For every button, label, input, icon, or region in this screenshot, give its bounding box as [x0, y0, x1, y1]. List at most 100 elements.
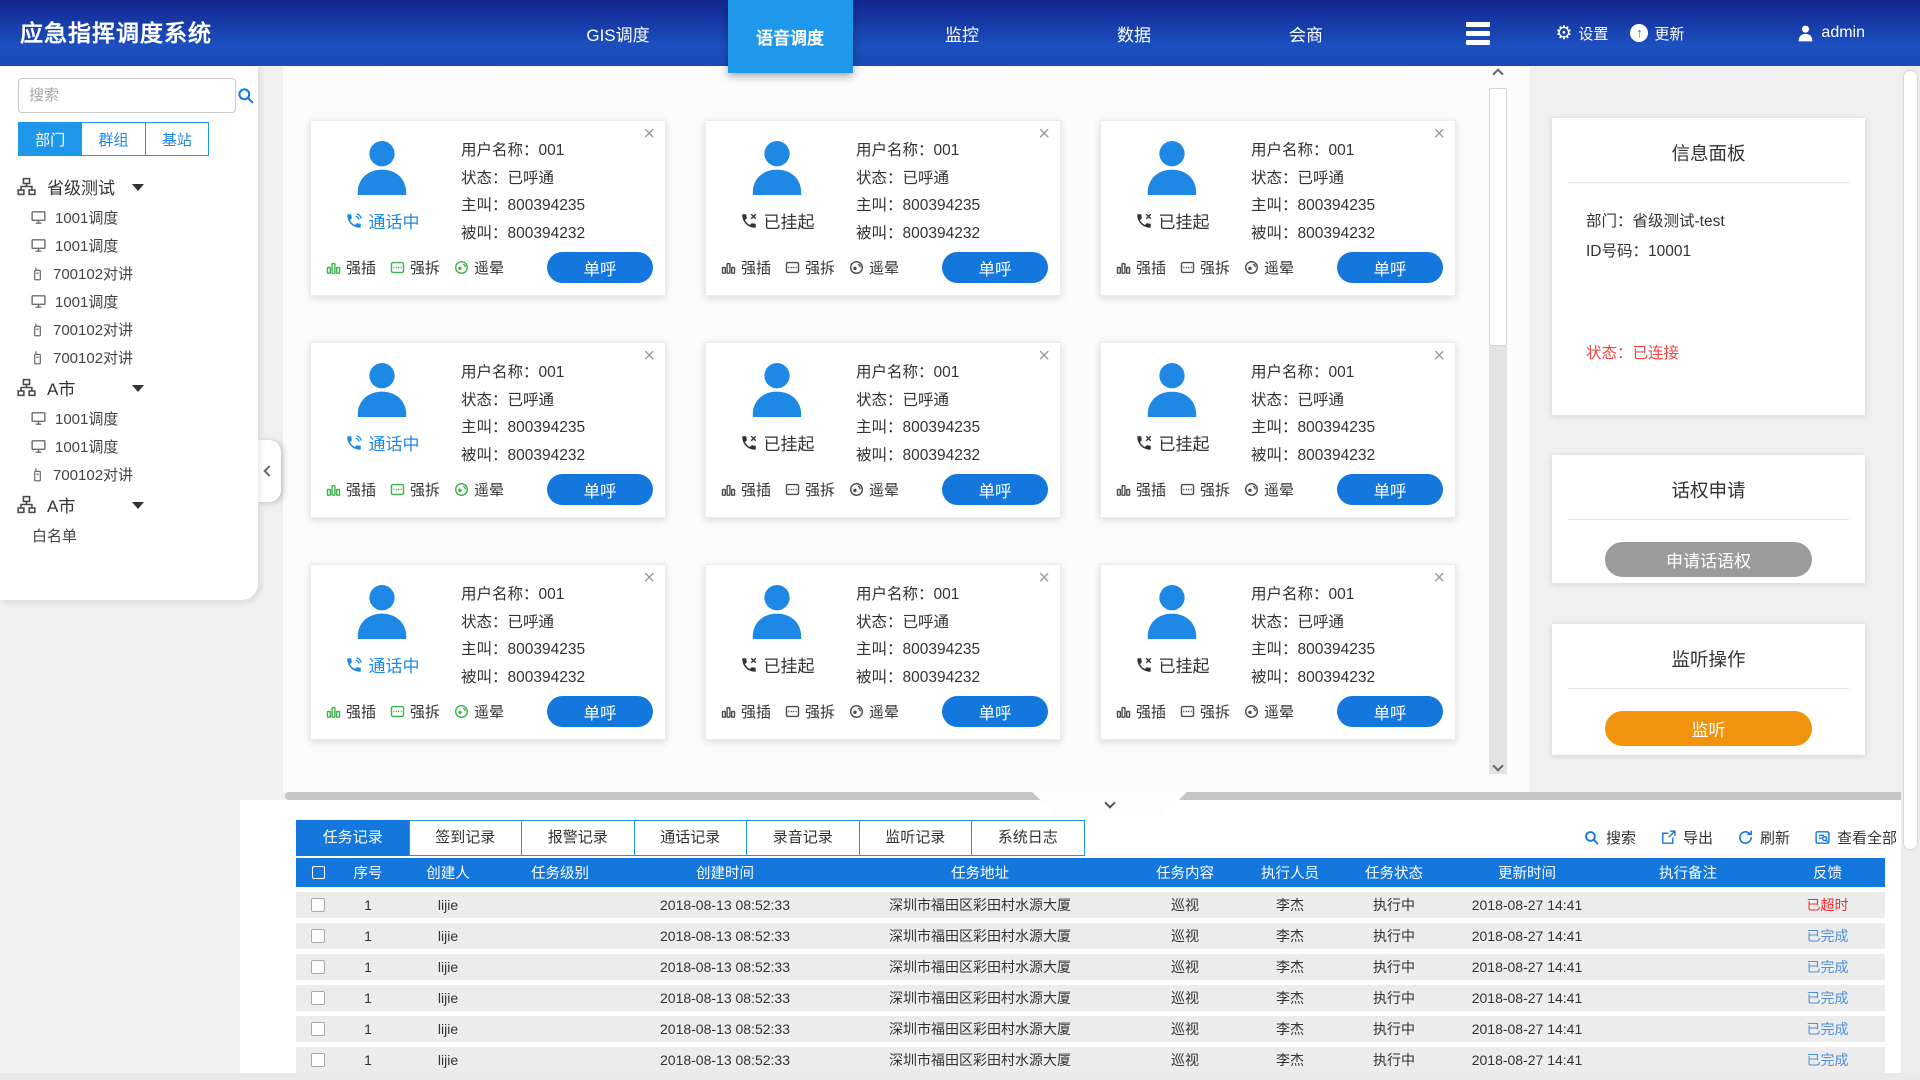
- force-release-button[interactable]: 强拆: [389, 701, 440, 722]
- settings-button[interactable]: ⚙ 设置: [1555, 23, 1608, 44]
- bottom-collapse-tab[interactable]: [1032, 792, 1187, 816]
- force-release-button[interactable]: 强拆: [389, 257, 440, 278]
- remote-stun-button[interactable]: 遥晕: [1243, 479, 1294, 500]
- nav-tab-monitor[interactable]: 监控: [876, 0, 1048, 66]
- force-release-button[interactable]: 强拆: [784, 701, 835, 722]
- caret-down-icon[interactable]: [132, 184, 144, 191]
- close-icon[interactable]: ×: [1433, 345, 1445, 368]
- tree-item[interactable]: 700102对讲: [0, 460, 258, 488]
- close-icon[interactable]: ×: [1433, 567, 1445, 590]
- tab-checkin-records[interactable]: 签到记录: [409, 820, 523, 856]
- close-icon[interactable]: ×: [643, 567, 655, 590]
- remote-stun-button[interactable]: 遥晕: [453, 479, 504, 500]
- tree-group[interactable]: 省级测试: [0, 170, 258, 203]
- force-insert-button[interactable]: 强插: [720, 257, 771, 278]
- tab-department[interactable]: 部门: [18, 122, 82, 156]
- single-call-button[interactable]: 单呼: [1337, 696, 1443, 727]
- row-checkbox[interactable]: [311, 1053, 325, 1067]
- single-call-button[interactable]: 单呼: [1337, 252, 1443, 283]
- table-row[interactable]: 1 lijie 2018-08-13 08:52:33 深圳市福田区彩田村水源大…: [296, 1016, 1885, 1042]
- close-icon[interactable]: ×: [1038, 567, 1050, 590]
- table-row[interactable]: 1 lijie 2018-08-13 08:52:33 深圳市福田区彩田村水源大…: [296, 923, 1885, 949]
- row-checkbox[interactable]: [311, 991, 325, 1005]
- force-insert-button[interactable]: 强插: [325, 479, 376, 500]
- nav-tab-voice[interactable]: 语音调度: [728, 0, 853, 73]
- horizontal-scrollbar[interactable]: [0, 1073, 1920, 1080]
- tree-item[interactable]: 700102对讲: [0, 315, 258, 343]
- single-call-button[interactable]: 单呼: [547, 474, 653, 505]
- search-records-button[interactable]: 搜索: [1583, 827, 1636, 848]
- force-insert-button[interactable]: 强插: [1115, 257, 1166, 278]
- search-icon[interactable]: [236, 86, 255, 105]
- remote-stun-button[interactable]: 遥晕: [1243, 701, 1294, 722]
- row-checkbox[interactable]: [311, 898, 325, 912]
- tab-monitor-records[interactable]: 监听记录: [859, 820, 973, 856]
- single-call-button[interactable]: 单呼: [942, 696, 1048, 727]
- force-insert-button[interactable]: 强插: [720, 479, 771, 500]
- force-insert-button[interactable]: 强插: [720, 701, 771, 722]
- close-icon[interactable]: ×: [643, 345, 655, 368]
- refresh-button[interactable]: 刷新: [1737, 827, 1790, 848]
- remote-stun-button[interactable]: 遥晕: [453, 701, 504, 722]
- tree-item[interactable]: 700102对讲: [0, 259, 258, 287]
- nav-tab-data[interactable]: 数据: [1048, 0, 1220, 66]
- select-all-checkbox[interactable]: [312, 866, 325, 879]
- tree-item[interactable]: 白名单: [0, 521, 258, 549]
- request-floor-button[interactable]: 申请话语权: [1605, 542, 1812, 577]
- force-release-button[interactable]: 强拆: [389, 479, 440, 500]
- single-call-button[interactable]: 单呼: [942, 474, 1048, 505]
- monitor-button[interactable]: 监听: [1605, 711, 1812, 746]
- force-release-button[interactable]: 强拆: [784, 257, 835, 278]
- remote-stun-button[interactable]: 遥晕: [453, 257, 504, 278]
- page-scrollbar[interactable]: [1901, 66, 1920, 1080]
- force-insert-button[interactable]: 强插: [1115, 479, 1166, 500]
- single-call-button[interactable]: 单呼: [547, 696, 653, 727]
- tab-task-records[interactable]: 任务记录: [296, 820, 410, 856]
- page-scrollbar-thumb[interactable]: [1903, 70, 1918, 850]
- view-all-button[interactable]: 查看全部: [1814, 827, 1897, 848]
- nav-tab-gis[interactable]: GIS调度: [532, 0, 704, 66]
- force-release-button[interactable]: 强拆: [1179, 479, 1230, 500]
- table-row[interactable]: 1 lijie 2018-08-13 08:52:33 深圳市福田区彩田村水源大…: [296, 954, 1885, 980]
- force-insert-button[interactable]: 强插: [1115, 701, 1166, 722]
- close-icon[interactable]: ×: [643, 123, 655, 146]
- nav-tab-meeting[interactable]: 会商: [1220, 0, 1392, 66]
- caret-down-icon[interactable]: [132, 502, 144, 509]
- force-release-button[interactable]: 强拆: [784, 479, 835, 500]
- row-checkbox[interactable]: [311, 960, 325, 974]
- tree-group[interactable]: A市: [0, 371, 258, 404]
- force-insert-button[interactable]: 强插: [325, 701, 376, 722]
- tree-group[interactable]: A市: [0, 488, 258, 521]
- force-release-button[interactable]: 强拆: [1179, 257, 1230, 278]
- export-button[interactable]: 导出: [1660, 827, 1713, 848]
- tree-item[interactable]: 1001调度: [0, 231, 258, 259]
- single-call-button[interactable]: 单呼: [547, 252, 653, 283]
- table-row[interactable]: 1 lijie 2018-08-13 08:52:33 深圳市福田区彩田村水源大…: [296, 892, 1885, 918]
- tab-system-log[interactable]: 系统日志: [971, 820, 1085, 856]
- tab-call-records[interactable]: 通话记录: [634, 820, 748, 856]
- single-call-button[interactable]: 单呼: [942, 252, 1048, 283]
- row-checkbox[interactable]: [311, 1022, 325, 1036]
- remote-stun-button[interactable]: 遥晕: [848, 701, 899, 722]
- tree-item[interactable]: 1001调度: [0, 432, 258, 460]
- tab-group[interactable]: 群组: [81, 122, 145, 156]
- single-call-button[interactable]: 单呼: [1337, 474, 1443, 505]
- table-row[interactable]: 1 lijie 2018-08-13 08:52:33 深圳市福田区彩田村水源大…: [296, 1047, 1885, 1073]
- force-release-button[interactable]: 强拆: [1179, 701, 1230, 722]
- scrollbar-thumb[interactable]: [1489, 88, 1507, 346]
- tree-item[interactable]: 1001调度: [0, 404, 258, 432]
- tab-alarm-records[interactable]: 报警记录: [521, 820, 635, 856]
- search-input[interactable]: [19, 87, 236, 104]
- close-icon[interactable]: ×: [1038, 123, 1050, 146]
- update-button[interactable]: ↑ 更新: [1630, 23, 1684, 44]
- remote-stun-button[interactable]: 遥晕: [1243, 257, 1294, 278]
- table-row[interactable]: 1 lijie 2018-08-13 08:52:33 深圳市福田区彩田村水源大…: [296, 985, 1885, 1011]
- tree-item[interactable]: 700102对讲: [0, 343, 258, 371]
- main-scrollbar[interactable]: [1489, 70, 1507, 792]
- menu-icon[interactable]: [1392, 0, 1564, 66]
- row-checkbox[interactable]: [311, 929, 325, 943]
- remote-stun-button[interactable]: 遥晕: [848, 479, 899, 500]
- sidebar-collapse-handle[interactable]: [256, 440, 281, 502]
- tree-item[interactable]: 1001调度: [0, 203, 258, 231]
- force-insert-button[interactable]: 强插: [325, 257, 376, 278]
